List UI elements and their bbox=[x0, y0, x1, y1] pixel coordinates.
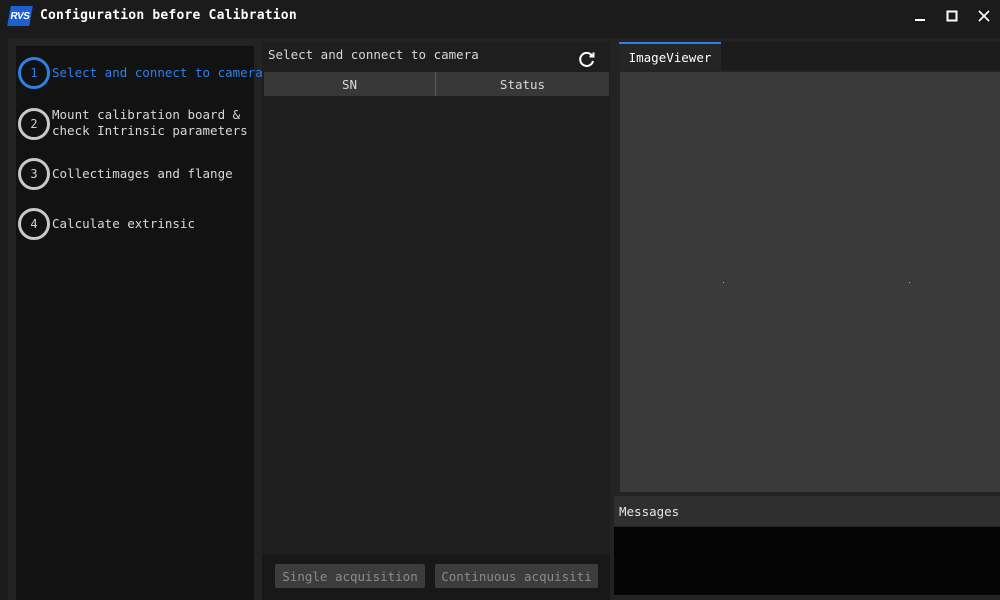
step-number-circle: 4 bbox=[18, 208, 50, 240]
messages-log[interactable] bbox=[614, 527, 1000, 595]
refresh-icon[interactable] bbox=[576, 48, 598, 70]
tab-image-viewer[interactable]: ImageViewer bbox=[619, 42, 721, 70]
step-label: Collectimages and flange bbox=[52, 166, 233, 181]
camera-panel: Select and connect to camera SN Status S… bbox=[262, 42, 610, 600]
viewer-tab-strip bbox=[721, 42, 1000, 70]
single-acquisition-button[interactable]: Single acquisition bbox=[275, 564, 425, 588]
camera-table-header: SN Status bbox=[264, 72, 609, 96]
step-label: Calculate extrinsic bbox=[52, 216, 195, 231]
acquisition-actions: Single acquisition Continuous acquisiti bbox=[262, 554, 610, 600]
camera-panel-title: Select and connect to camera bbox=[268, 47, 479, 62]
app-logo: RVS bbox=[7, 6, 33, 26]
step-1[interactable]: 1 Select and connect to camera bbox=[16, 56, 263, 100]
minimize-icon[interactable] bbox=[906, 4, 934, 28]
camera-table-body[interactable] bbox=[264, 96, 609, 554]
continuous-acquisition-button[interactable]: Continuous acquisiti bbox=[435, 564, 598, 588]
step-label: Select and connect to camera bbox=[52, 65, 263, 80]
messages-header: Messages bbox=[614, 496, 1000, 526]
title-bar: RVS Configuration before Calibration bbox=[0, 0, 1000, 32]
step-number-circle: 2 bbox=[18, 108, 50, 140]
canvas-marker bbox=[723, 282, 724, 283]
column-header-status[interactable]: Status bbox=[436, 72, 609, 96]
step-label: Mount calibration board & check Intrinsi… bbox=[52, 107, 248, 138]
window-title: Configuration before Calibration bbox=[40, 8, 297, 23]
step-number-circle: 1 bbox=[18, 57, 50, 89]
close-icon[interactable] bbox=[970, 4, 998, 28]
maximize-icon[interactable] bbox=[938, 4, 966, 28]
step-3[interactable]: 3 Collectimages and flange bbox=[16, 156, 254, 200]
column-header-sn[interactable]: SN bbox=[264, 72, 436, 96]
step-2[interactable]: 2 Mount calibration board & check Intrin… bbox=[16, 106, 254, 150]
canvas-marker bbox=[909, 282, 910, 283]
step-number-circle: 3 bbox=[18, 158, 50, 190]
image-viewer-canvas[interactable] bbox=[620, 72, 1000, 492]
step-4[interactable]: 4 Calculate extrinsic bbox=[16, 206, 254, 250]
steps-sidebar: 1 Select and connect to camera 2 Mount c… bbox=[16, 46, 263, 600]
